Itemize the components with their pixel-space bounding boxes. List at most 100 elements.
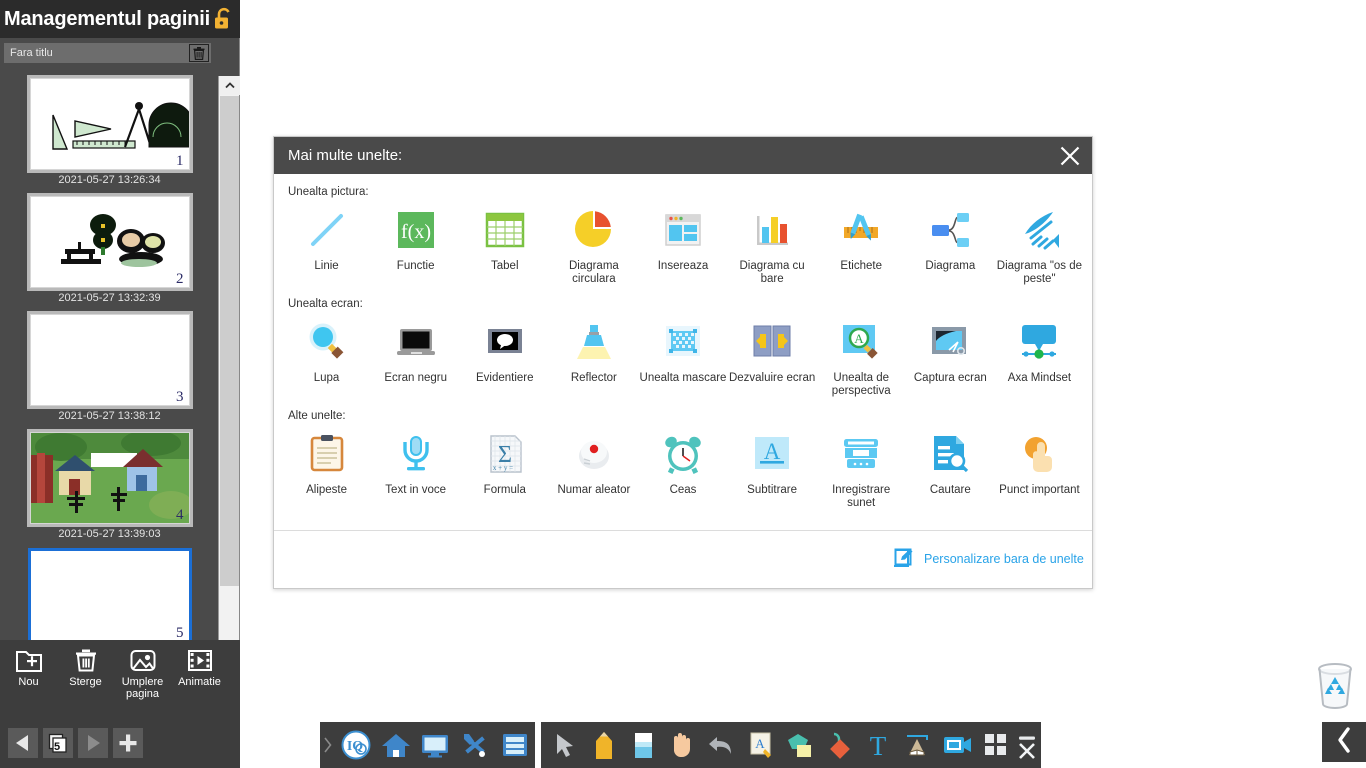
tool-ceas[interactable]: Ceas (638, 424, 727, 497)
chevron-up-icon[interactable] (219, 76, 240, 95)
tool-insereaza[interactable]: Insereaza (638, 200, 727, 273)
new-page-button[interactable]: Nou (0, 646, 57, 688)
bar-chart-icon (744, 206, 800, 254)
animation-button[interactable]: Animatie (171, 646, 228, 688)
delete-page-button[interactable]: Sterge (57, 646, 114, 688)
tool-cautare[interactable]: Cautare (906, 424, 995, 497)
tool-unealta-de-perspectiva[interactable]: A Unealta de perspectiva (817, 312, 906, 398)
tool-numar-aleator[interactable]: Numar aleator (549, 424, 638, 497)
close-icon[interactable] (1018, 742, 1036, 765)
tool-lupa[interactable]: Lupa (282, 312, 371, 385)
tool-label: Etichete (840, 260, 882, 272)
hand-icon[interactable] (663, 722, 702, 768)
tool-axa-mindset[interactable]: Axa Mindset (995, 312, 1084, 385)
page-thumbnail[interactable]: 2 (26, 193, 193, 291)
tool-subtitrare[interactable]: A Subtitrare (728, 424, 817, 497)
close-icon[interactable] (1048, 137, 1092, 174)
list-item[interactable]: 4 2021-05-27 13:39:03 (0, 422, 219, 540)
pencil-icon[interactable] (584, 722, 623, 768)
tool-dezvaluire-ecran[interactable]: Dezvaluire ecran (728, 312, 817, 385)
chevron-right-icon[interactable] (320, 737, 336, 753)
insert-window-icon (655, 206, 711, 254)
tool-etichete[interactable]: Etichete (817, 200, 906, 273)
tool-linie[interactable]: Linie (282, 200, 371, 273)
fill-page-button[interactable]: Umplere pagina (114, 646, 171, 700)
cursor-arrow-icon[interactable] (545, 722, 584, 768)
tool-label: Unealta de perspectiva (831, 372, 891, 397)
tag-icon[interactable] (819, 722, 858, 768)
grid-apps-icon[interactable] (976, 722, 1015, 768)
tool-diagrama-cu-bare[interactable]: Diagrama cu bare (728, 200, 817, 286)
tools-wrench-icon[interactable] (455, 722, 495, 768)
tool-alipeste[interactable]: Alipeste (282, 424, 371, 497)
undo-icon[interactable] (702, 722, 741, 768)
recycle-bin-icon[interactable] (1312, 660, 1358, 712)
tool-label: Captura ecran (913, 372, 987, 384)
scrollbar-thumb[interactable] (220, 96, 239, 586)
tool-captura-ecran[interactable]: Captura ecran (906, 312, 995, 385)
home-icon[interactable] (376, 722, 416, 768)
trash-icon[interactable] (189, 44, 209, 62)
tool-tabel[interactable]: Tabel (460, 200, 549, 273)
video-icon[interactable] (937, 722, 976, 768)
shapes-icon[interactable] (780, 722, 819, 768)
eraser-icon[interactable] (623, 722, 662, 768)
page-number: 3 (176, 389, 184, 405)
page-thumbnail[interactable]: 1 (26, 75, 193, 173)
tool-row-other: Alipeste Text in voce Σ x + y = Formula … (282, 424, 1084, 510)
list-item[interactable]: 3 2021-05-27 13:38:12 (0, 304, 219, 422)
tool-label: Functie (396, 260, 435, 272)
tool-reflector[interactable]: Reflector (549, 312, 638, 385)
tool-diagrama-os-de-peste[interactable]: Diagrama "os de peste" (995, 200, 1084, 286)
tool-label: Umplere pagina (121, 676, 164, 700)
add-page-button[interactable] (113, 728, 143, 758)
page-thumbnail-list[interactable]: 1 2021-05-27 13:26:34 2 2021-05-27 13:32… (0, 68, 219, 640)
tool-inregistrare-sunet[interactable]: Inregistrare sunet (817, 424, 906, 510)
page-thumbnail-selected[interactable]: 5 (27, 548, 192, 640)
tool-label: Unealta mascare (639, 372, 727, 384)
tool-text-in-voce[interactable]: Text in voce (371, 424, 460, 497)
tool-functie[interactable]: f(x) Functie (371, 200, 460, 273)
next-page-button[interactable] (78, 728, 108, 758)
page-count-indicator[interactable]: 5 (43, 728, 73, 758)
tool-ecran-negru[interactable]: Ecran negru (371, 312, 460, 385)
drawer-icon[interactable] (495, 722, 535, 768)
list-item[interactable]: 2 2021-05-27 13:32:39 (0, 186, 219, 304)
tool-label: Diagrama circulara (568, 260, 619, 285)
list-item[interactable]: 5 (0, 540, 219, 640)
svg-text:f(x): f(x) (401, 221, 431, 243)
monitor-icon[interactable] (416, 722, 456, 768)
tool-label: Formula (483, 484, 526, 496)
tool-unealta-mascare[interactable]: Unealta mascare (638, 312, 727, 385)
page-thumbnail[interactable]: 4 (26, 429, 193, 527)
line-icon (299, 206, 355, 254)
page-thumbnail[interactable]: 3 (26, 311, 193, 409)
tool-diagrama[interactable]: Diagrama (906, 200, 995, 273)
alarm-clock-icon (655, 430, 711, 478)
text-tool-icon[interactable]: T (859, 722, 898, 768)
bottom-toolbar-left: IQ (320, 722, 535, 768)
svg-text:A: A (755, 736, 765, 751)
tool-evidentiere[interactable]: Evidentiere (460, 312, 549, 385)
tool-punct-important[interactable]: Punct important (995, 424, 1084, 497)
book-easel-icon[interactable] (898, 722, 937, 768)
tool-formula[interactable]: Σ x + y = Formula (460, 424, 549, 497)
text-annotate-icon[interactable]: A (741, 722, 780, 768)
tool-label: Inregistrare sunet (832, 484, 891, 509)
customize-toolbar-button[interactable]: Personalizare bara de unelte (891, 546, 1090, 573)
page-number: 1 (176, 153, 184, 169)
prev-page-button[interactable] (8, 728, 38, 758)
tool-diagrama-circulara[interactable]: Diagrama circulara (549, 200, 638, 286)
tool-label: Linie (314, 260, 339, 272)
page-timestamp: 2021-05-27 13:32:39 (58, 292, 161, 304)
page-list-scrollbar[interactable] (218, 76, 240, 678)
list-item[interactable]: 1 2021-05-27 13:26:34 (0, 68, 219, 186)
unlock-icon[interactable] (212, 6, 236, 32)
iq-logo-icon[interactable]: IQ (336, 722, 376, 768)
highlight-icon (477, 318, 533, 366)
collapse-panel-button[interactable] (1322, 722, 1366, 762)
page-manager-toolbar: Nou Sterge Umplere pagina Animatie (0, 640, 240, 718)
tool-label: Reflector (570, 372, 617, 384)
window-controls (1015, 722, 1040, 768)
svg-text:x + y =: x + y = (493, 464, 513, 472)
